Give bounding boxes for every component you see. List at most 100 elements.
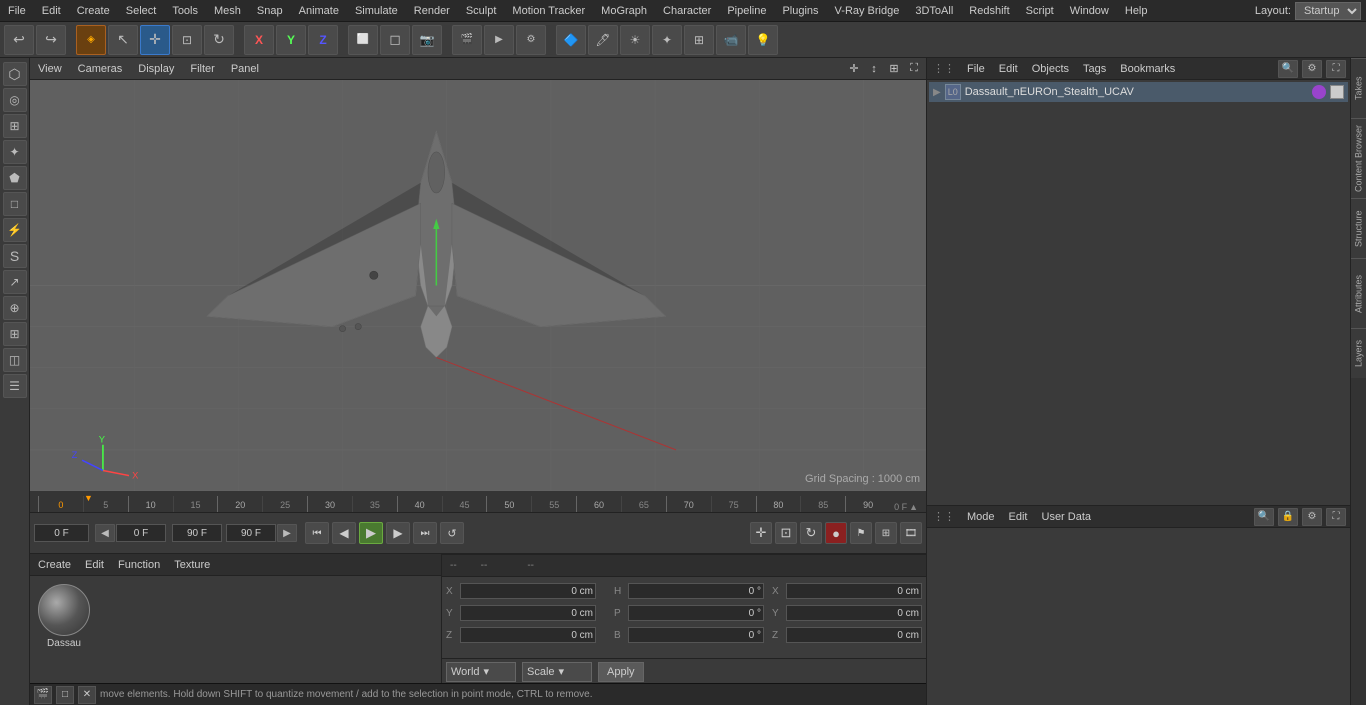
viewport-menu-filter[interactable]: Filter <box>186 61 218 77</box>
sidebar-btn-10[interactable]: ⊕ <box>3 296 27 320</box>
menu-script[interactable]: Script <box>1018 3 1062 19</box>
world-dropdown[interactable]: World ▾ <box>446 662 516 682</box>
start-frame-input[interactable] <box>116 524 166 542</box>
record-button[interactable]: ● <box>825 522 847 544</box>
menu-pipeline[interactable]: Pipeline <box>719 3 774 19</box>
object-mode-button[interactable]: ⬜ <box>348 25 378 55</box>
loop-button[interactable]: ↺ <box>440 522 464 544</box>
sidebar-btn-11[interactable]: ⊞ <box>3 322 27 346</box>
menu-snap[interactable]: Snap <box>249 3 291 19</box>
menu-mograph[interactable]: MoGraph <box>593 3 655 19</box>
pos-y-input[interactable] <box>460 605 596 621</box>
menu-file[interactable]: File <box>0 3 34 19</box>
sidebar-btn-2[interactable]: ◎ <box>3 88 27 112</box>
sidebar-btn-8[interactable]: S <box>3 244 27 268</box>
attr-maximize[interactable]: ⛶ <box>1326 508 1346 526</box>
prev-frame-button[interactable]: ◀ <box>332 522 356 544</box>
menu-3dtoall[interactable]: 3DToAll <box>907 3 961 19</box>
paint-tool-button[interactable]: 🖊 <box>588 25 618 55</box>
viewport[interactable]: Perspective <box>30 80 926 491</box>
grid-tl[interactable]: ⊞ <box>875 522 897 544</box>
x-axis-button[interactable]: X <box>244 25 274 55</box>
end-frame-input[interactable] <box>172 524 222 542</box>
attr-edit[interactable]: Edit <box>1005 509 1032 525</box>
obj-mgr-settings[interactable]: ⚙ <box>1302 60 1322 78</box>
pos-x-input[interactable] <box>460 583 596 599</box>
menu-render[interactable]: Render <box>406 3 458 19</box>
viewport-menu-display[interactable]: Display <box>134 61 178 77</box>
sidebar-btn-5[interactable]: ⬟ <box>3 166 27 190</box>
tab-content-browser[interactable]: Content Browser <box>1351 118 1366 198</box>
sidebar-btn-1[interactable]: ⬡ <box>3 62 27 86</box>
size-y-input[interactable] <box>786 605 922 621</box>
status-btn-1[interactable]: 🎬 <box>34 686 52 704</box>
obj-mgr-objects[interactable]: Objects <box>1028 61 1073 77</box>
obj-visibility-dot[interactable] <box>1312 85 1326 99</box>
menu-simulate[interactable]: Simulate <box>347 3 406 19</box>
sidebar-btn-7[interactable]: ⚡ <box>3 218 27 242</box>
null-button[interactable]: ◻ <box>380 25 410 55</box>
sidebar-btn-9[interactable]: ↗ <box>3 270 27 294</box>
camera-toggle-button[interactable]: 📹 <box>716 25 746 55</box>
viewport-maximize[interactable]: ⛶ <box>906 61 922 77</box>
material-edit-btn[interactable]: Edit <box>81 557 108 573</box>
layout-dropdown[interactable]: Startup <box>1295 2 1361 20</box>
size-x-input[interactable] <box>786 583 922 599</box>
move-tool-button[interactable]: ✛ <box>140 25 170 55</box>
object-item-dassault[interactable]: ▶ L0 Dassault_nEUROn_Stealth_UCAV <box>929 82 1348 102</box>
scale-dropdown[interactable]: Scale ▾ <box>522 662 592 682</box>
menu-redshift[interactable]: Redshift <box>961 3 1017 19</box>
sidebar-btn-4[interactable]: ✦ <box>3 140 27 164</box>
menu-select[interactable]: Select <box>118 3 165 19</box>
menu-create[interactable]: Create <box>69 3 118 19</box>
model-mode-button[interactable]: ◈ <box>76 25 106 55</box>
undo-button[interactable]: ↩ <box>4 25 34 55</box>
menu-animate[interactable]: Animate <box>291 3 347 19</box>
menu-vray[interactable]: V-Ray Bridge <box>827 3 908 19</box>
menu-sculpt[interactable]: Sculpt <box>458 3 505 19</box>
go-to-end-button[interactable]: ⏭ <box>413 522 437 544</box>
viewport-menu-cameras[interactable]: Cameras <box>74 61 127 77</box>
status-btn-2[interactable]: □ <box>56 686 74 704</box>
obj-render-dot[interactable] <box>1330 85 1344 99</box>
obj-mgr-maximize[interactable]: ⛶ <box>1326 60 1346 78</box>
rot-p-input[interactable] <box>628 605 764 621</box>
render-settings-button[interactable]: ⚙ <box>516 25 546 55</box>
play-button[interactable]: ▶ <box>359 522 383 544</box>
grid-button[interactable]: ⊞ <box>684 25 714 55</box>
rot-h-input[interactable] <box>628 583 764 599</box>
go-to-start-button[interactable]: ⏮ <box>305 522 329 544</box>
menu-help[interactable]: Help <box>1117 3 1156 19</box>
next-frame-button[interactable]: ▶ <box>386 522 410 544</box>
obj-mgr-edit[interactable]: Edit <box>995 61 1022 77</box>
menu-character[interactable]: Character <box>655 3 719 19</box>
keys-button[interactable]: ⚑ <box>850 522 872 544</box>
z-axis-button[interactable]: Z <box>308 25 338 55</box>
selection-button[interactable]: ☀ <box>620 25 650 55</box>
sidebar-btn-13[interactable]: ☰ <box>3 374 27 398</box>
material-item-dassau[interactable]: Dassau <box>38 584 90 675</box>
camera-button[interactable]: 📷 <box>412 25 442 55</box>
rotate-tool-button[interactable]: ↻ <box>204 25 234 55</box>
material-texture-btn[interactable]: Texture <box>170 557 214 573</box>
sidebar-btn-6[interactable]: □ <box>3 192 27 216</box>
menu-window[interactable]: Window <box>1062 3 1117 19</box>
y-axis-button[interactable]: Y <box>276 25 306 55</box>
scale-tool-tl[interactable]: ⊡ <box>775 522 797 544</box>
obj-mgr-tags[interactable]: Tags <box>1079 61 1110 77</box>
arrow-left-frame[interactable]: ◀ <box>95 524 115 542</box>
arrow-right-frame[interactable]: ▶ <box>277 524 297 542</box>
size-z-input[interactable] <box>786 627 922 643</box>
menu-motion-tracker[interactable]: Motion Tracker <box>504 3 593 19</box>
tab-layers[interactable]: Layers <box>1351 328 1366 378</box>
viewport-menu-view[interactable]: View <box>34 61 66 77</box>
tab-structure[interactable]: Structure <box>1351 198 1366 258</box>
pos-z-input[interactable] <box>460 627 596 643</box>
attr-user-data[interactable]: User Data <box>1038 509 1096 525</box>
viewport-ctrl-2[interactable]: ↕ <box>866 61 882 77</box>
sidebar-btn-12[interactable]: ◫ <box>3 348 27 372</box>
redo-button[interactable]: ↪ <box>36 25 66 55</box>
viewport-ctrl-1[interactable]: ✛ <box>846 61 862 77</box>
rot-b-input[interactable] <box>628 627 764 643</box>
viewport-menu-panel[interactable]: Panel <box>227 61 263 77</box>
